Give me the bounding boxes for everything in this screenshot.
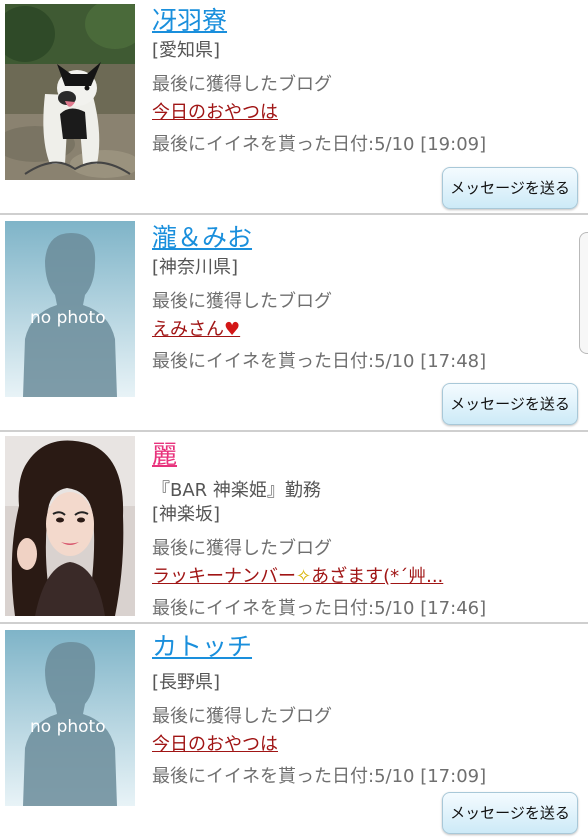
user-subtitle: 『BAR 神楽姫』勤務 [152,480,321,501]
user-card: 麗 『BAR 神楽姫』勤務 [神楽坂] 最後に獲得したブログ ラッキーナンバー✧… [0,432,588,624]
send-message-button[interactable]: メッセージを送る [442,167,578,209]
user-name-link[interactable]: 冴羽寮 [152,6,227,36]
last-blog-link[interactable]: ラッキーナンバー✧あざます(*´艸... [152,566,443,588]
last-liked-date: 最後にイイネを貰った日付:5/10 [17:09] [152,766,487,787]
user-location: [神奈川県] [152,257,239,278]
heart-icon: ♥ [224,319,241,340]
blog-title-text: えみさん [152,319,224,340]
user-name-link[interactable]: カトッチ [152,632,252,662]
send-message-button[interactable]: メッセージを送る [442,792,578,834]
last-blog-label: 最後に獲得したブログ [152,74,332,95]
last-liked-date: 最後にイイネを貰った日付:5/10 [17:48] [152,351,487,372]
last-liked-date: 最後にイイネを貰った日付:5/10 [19:09] [152,134,487,155]
send-message-button[interactable]: メッセージを送る [442,383,578,425]
user-card: no photo 瀧＆みお [神奈川県] 最後に獲得したブログ えみさん♥ 最後… [0,215,588,432]
last-blog-link[interactable]: 今日のおやつは [152,734,278,756]
sparkle-icon: ✧ [296,566,312,587]
user-location: [神楽坂] [152,504,221,525]
avatar-no-photo[interactable]: no photo [5,221,135,397]
user-location: [長野県] [152,672,221,693]
scrollbar-handle[interactable] [579,232,588,354]
blog-title-text: ラッキーナンバー [152,566,296,587]
no-photo-placeholder: no photo [5,221,135,397]
last-blog-link[interactable]: 今日のおやつは [152,102,278,124]
no-photo-placeholder: no photo [5,630,135,806]
user-card: no photo カトッチ [長野県] 最後に獲得したブログ 今日のおやつは 最… [0,624,588,840]
last-blog-link[interactable]: えみさん♥ [152,319,240,341]
last-blog-label: 最後に獲得したブログ [152,538,332,559]
last-blog-label: 最後に獲得したブログ [152,291,332,312]
svg-text:no photo: no photo [30,717,106,737]
dog-photo [5,4,135,180]
user-name-link[interactable]: 瀧＆みお [152,223,252,253]
avatar-no-photo[interactable]: no photo [5,630,135,806]
blog-title-text: あざます(*´艸... [311,566,444,587]
user-list: 冴羽寮 [愛知県] 最後に獲得したブログ 今日のおやつは 最後にイイネを貰った日… [0,0,588,840]
avatar-photo[interactable] [5,436,135,616]
last-blog-label: 最後に獲得したブログ [152,706,332,727]
user-location: [愛知県] [152,40,221,61]
avatar-photo[interactable] [5,4,135,180]
last-liked-date: 最後にイイネを貰った日付:5/10 [17:46] [152,598,487,619]
user-name-link[interactable]: 麗 [152,440,177,470]
svg-text:no photo: no photo [30,308,106,328]
user-card: 冴羽寮 [愛知県] 最後に獲得したブログ 今日のおやつは 最後にイイネを貰った日… [0,0,588,215]
woman-photo [5,436,135,616]
